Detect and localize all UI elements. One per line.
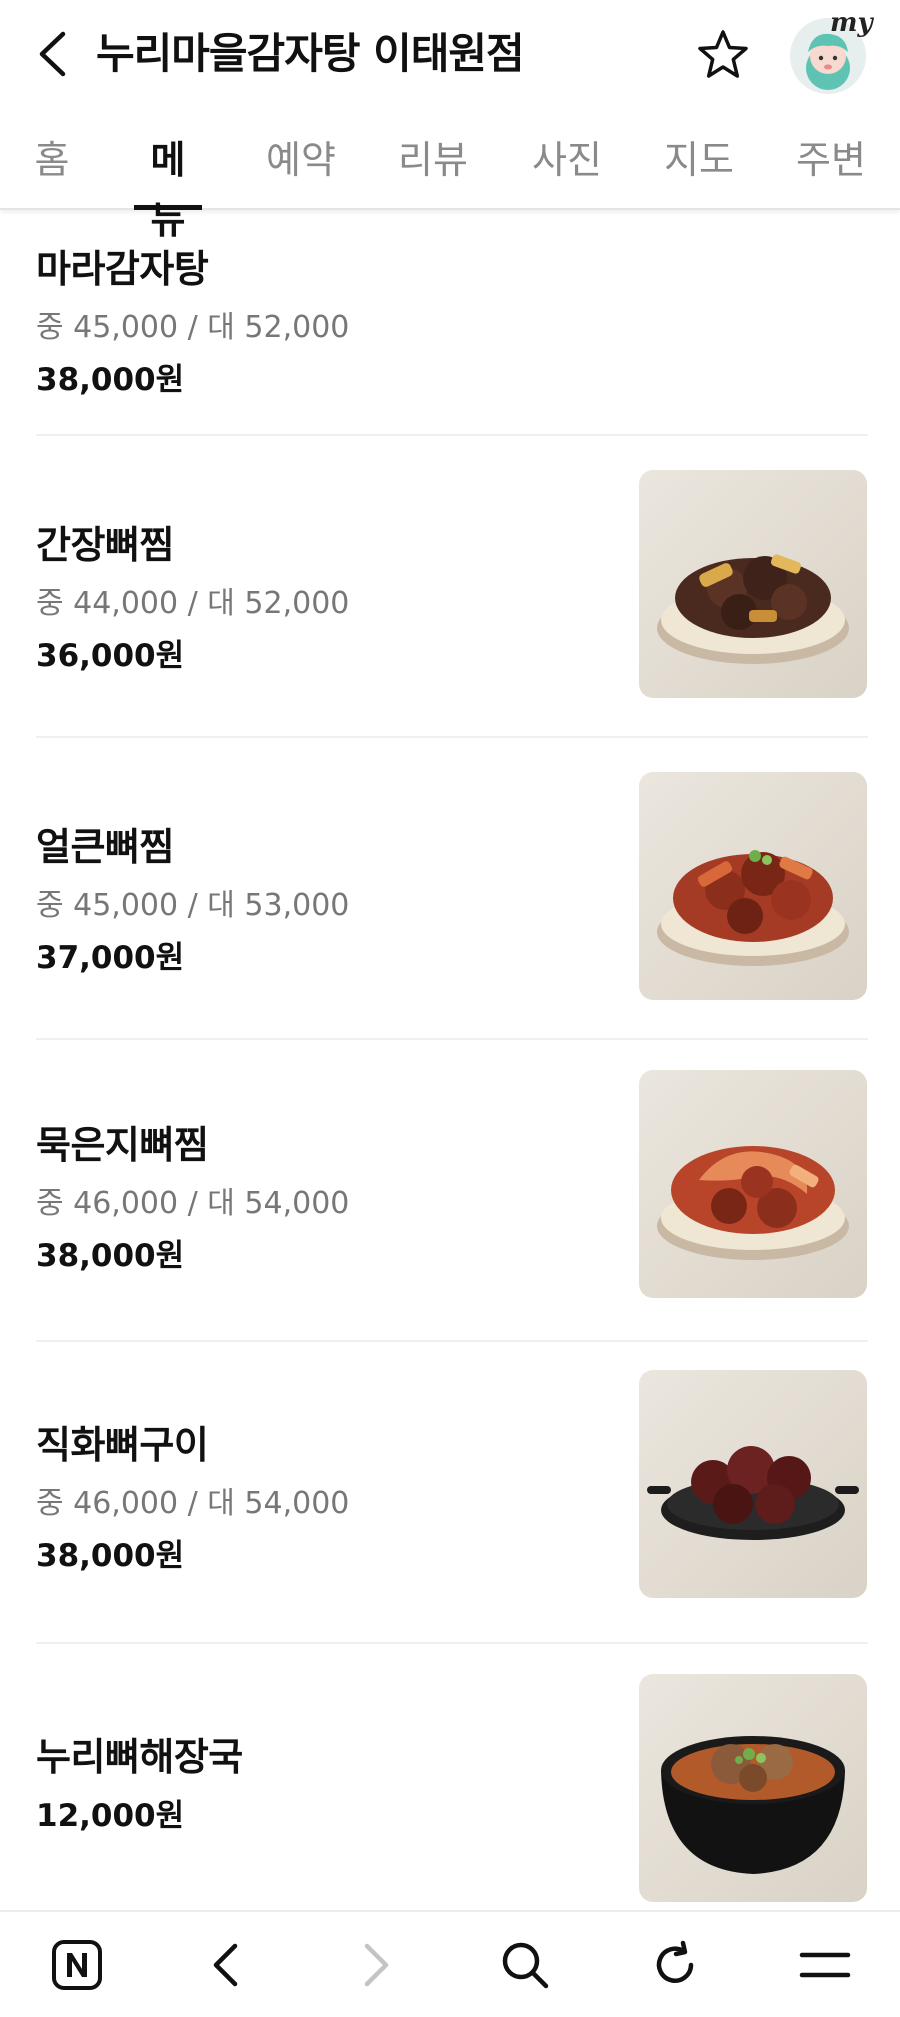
- menu-button[interactable]: [790, 1932, 860, 1998]
- menu-item-price: 37,000원: [36, 940, 185, 976]
- browser-bottom-bar: [0, 1910, 900, 2017]
- menu-item-name: 직화뼈구이: [36, 1423, 209, 1467]
- menu-item-photo[interactable]: [639, 470, 867, 698]
- naver-home-button[interactable]: [42, 1932, 112, 1998]
- tab-reviews[interactable]: 리뷰: [398, 130, 468, 190]
- back-button[interactable]: [28, 24, 76, 84]
- menu-item[interactable]: 직화뼈구이 중 46,000 / 대 54,000 38,000원: [36, 1342, 868, 1640]
- menu-item-price: 36,000원: [36, 638, 185, 674]
- menu-item[interactable]: 얼큰뼈찜 중 45,000 / 대 53,000 37,000원: [36, 738, 868, 1036]
- kimchi-pork-bones-image: [657, 1146, 849, 1260]
- tab-home[interactable]: 홈: [30, 130, 74, 190]
- star-icon: [698, 30, 748, 78]
- menu-item-price: 38,000원: [36, 1238, 185, 1274]
- active-tab-indicator: [134, 205, 202, 210]
- refresh-icon: [656, 1940, 694, 1983]
- grilled-pork-bones-image: [647, 1446, 859, 1540]
- menu-item-photo[interactable]: [639, 1674, 867, 1902]
- top-app-bar: 누리마을감자탕 이태원점 my: [0, 0, 900, 110]
- menu-item-photo[interactable]: [639, 772, 867, 1000]
- browser-forward-button[interactable]: [342, 1932, 412, 1998]
- forward-arrow-icon: [364, 1943, 389, 1987]
- menu-item-name: 묵은지뼈찜: [36, 1123, 209, 1167]
- browser-back-button[interactable]: [190, 1932, 260, 1998]
- naver-home-icon: [52, 1940, 102, 1990]
- menu-item-name: 얼큰뼈찜: [36, 825, 174, 869]
- menu-item-name: 누리뼈해장국: [36, 1735, 243, 1779]
- menu-item-sizes: 중 45,000 / 대 52,000: [36, 310, 350, 345]
- menu-item-price: 12,000원: [36, 1798, 185, 1834]
- menu-icon: [799, 1952, 851, 1978]
- menu-item-photo[interactable]: [639, 1370, 867, 1598]
- menu-item-name: 마라감자탕: [36, 247, 209, 291]
- my-badge: my: [830, 8, 873, 38]
- menu-item-price: 38,000원: [36, 1538, 185, 1574]
- menu-item-photo[interactable]: [639, 1070, 867, 1298]
- chevron-left-icon: [39, 31, 66, 77]
- tab-photos[interactable]: 사진: [532, 130, 602, 190]
- page-title: 누리마을감자탕 이태원점: [96, 29, 525, 78]
- refresh-button[interactable]: [640, 1932, 710, 1998]
- menu-item[interactable]: 마라감자탕 중 45,000 / 대 52,000 38,000원: [36, 212, 868, 432]
- menu-item-sizes: 중 46,000 / 대 54,000: [36, 1186, 350, 1221]
- menu-item[interactable]: 묵은지뼈찜 중 46,000 / 대 54,000 38,000원: [36, 1040, 868, 1338]
- tab-bar: 홈 메뉴 예약 리뷰 사진 지도 주변: [0, 110, 900, 242]
- menu-item-sizes: 중 44,000 / 대 52,000: [36, 586, 350, 621]
- hangover-soup-image: [661, 1736, 845, 1874]
- back-arrow-icon: [213, 1943, 238, 1987]
- menu-item-sizes: 중 46,000 / 대 54,000: [36, 1486, 350, 1521]
- braised-pork-bones-image: [657, 554, 849, 664]
- menu-item-sizes: 중 45,000 / 대 53,000: [36, 888, 350, 923]
- tab-nearby[interactable]: 주변: [796, 130, 866, 190]
- search-icon: [502, 1942, 549, 1989]
- menu-item[interactable]: 간장뼈찜 중 44,000 / 대 52,000 36,000원: [36, 436, 868, 734]
- menu-item-price: 38,000원: [36, 362, 185, 398]
- spicy-pork-bones-image: [657, 850, 849, 966]
- search-button[interactable]: [490, 1932, 560, 1998]
- tab-reservation[interactable]: 예약: [266, 130, 336, 190]
- menu-item-name: 간장뼈찜: [36, 523, 174, 567]
- favorite-button[interactable]: [694, 26, 752, 84]
- menu-item[interactable]: 누리뼈해장국 12,000원: [36, 1644, 868, 1910]
- tab-map[interactable]: 지도: [664, 130, 734, 190]
- tab-menu[interactable]: 메뉴: [134, 130, 202, 242]
